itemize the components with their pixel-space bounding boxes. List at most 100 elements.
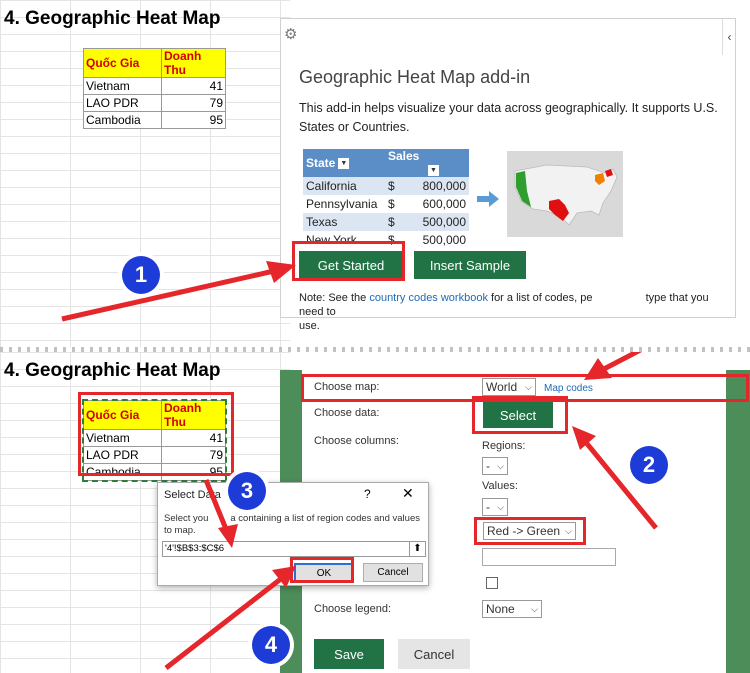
sample-row: California $ 800,000: [303, 177, 469, 195]
help-icon[interactable]: ?: [364, 487, 371, 501]
sample-state: Texas: [303, 213, 385, 231]
country-codes-link[interactable]: country codes workbook: [369, 292, 488, 304]
cell-country[interactable]: LAO PDR: [83, 94, 162, 112]
sample-header-sales: Sales: [388, 149, 420, 163]
range-reference-value: '4'!$B$3:$C$6: [165, 543, 225, 554]
legend-select-value: None: [486, 602, 515, 616]
table-row: LAO PDR 79: [83, 94, 226, 112]
cell-revenue[interactable]: 79: [161, 94, 226, 112]
cell-country[interactable]: Vietnam: [83, 77, 162, 95]
close-icon[interactable]: ✕: [402, 485, 414, 502]
select-data-dialog: Select Data ? ✕ Select you a containing a…: [157, 482, 429, 586]
choose-map-label: Choose map:: [314, 381, 380, 393]
table-row: Vietnam 41: [83, 429, 226, 447]
badge-number: 3: [228, 472, 266, 510]
sample-sales: 500,000: [403, 231, 469, 249]
dialog-message: Select you a containing a list of region …: [164, 513, 426, 537]
regions-label: Regions:: [482, 440, 526, 452]
data-table: Quốc Gia Doanh Thu Vietnam 41 LAO PDR 79…: [83, 48, 226, 129]
cell-country[interactable]: Vietnam: [83, 429, 162, 447]
dialog-cancel-button[interactable]: Cancel: [363, 563, 423, 582]
note-text: Note: See the: [299, 292, 370, 304]
header-country[interactable]: Quốc Gia: [83, 48, 162, 78]
insert-sample-button[interactable]: Insert Sample: [414, 251, 526, 279]
regions-select[interactable]: - ⌵: [482, 457, 508, 475]
note-text: use.: [299, 320, 320, 332]
chevron-down-icon: ⌵: [497, 502, 504, 512]
bottom-screenshot: 4. Geographic Heat Map Quốc Gia Doanh Th…: [0, 352, 750, 673]
header-revenue[interactable]: Doanh Thu: [161, 48, 226, 78]
map-codes-link[interactable]: Map codes: [544, 383, 593, 394]
color-scheme-select[interactable]: Red -> Green ⌵: [483, 522, 576, 540]
choose-legend-label: Choose legend:: [314, 603, 392, 615]
range-reference-input[interactable]: '4'!$B$3:$C$6 ⬆: [162, 541, 426, 557]
table-row: Cambodia 95: [83, 111, 226, 129]
cell-revenue[interactable]: 95: [161, 111, 226, 129]
sample-state: New York: [303, 231, 385, 249]
addin-start-panel: ⚙ ‹ Geographic Heat Map add-in This add-…: [280, 18, 736, 332]
sample-sales: 600,000: [403, 195, 469, 213]
sample-row: New York $ 500,000: [303, 231, 469, 249]
sample-currency: $: [385, 195, 404, 213]
map-select-value: World: [486, 380, 518, 394]
cell-revenue[interactable]: 79: [161, 446, 226, 464]
data-table: Quốc Gia Doanh Thu Vietnam 41 LAO PDR 79…: [82, 399, 227, 482]
dialog-message-text: Select you: [164, 513, 209, 524]
header-revenue[interactable]: Doanh Thu: [161, 400, 226, 430]
sheet-title: 4. Geographic Heat Map: [4, 360, 221, 381]
sample-row: Pennsylvania $ 600,000: [303, 195, 469, 213]
choose-data-label: Choose data:: [314, 407, 380, 419]
red-arrow-icon: [600, 352, 642, 373]
filter-dropdown-icon: ▼: [428, 165, 439, 177]
sample-currency: $: [385, 213, 404, 231]
map-select[interactable]: World ⌵: [482, 378, 536, 396]
cell-revenue[interactable]: 41: [161, 429, 226, 447]
get-started-button[interactable]: Get Started: [299, 251, 403, 279]
chevron-down-icon: ⌵: [525, 382, 532, 392]
cell-revenue[interactable]: 95: [161, 463, 226, 481]
sample-sales: 800,000: [403, 177, 469, 195]
chevron-down-icon: ⌵: [565, 526, 572, 536]
right-arrow-icon: [477, 191, 499, 207]
sample-header-state: State: [306, 156, 336, 170]
sample-table: State ▼ Sales▼ California $ 800,000 Penns…: [303, 149, 469, 249]
chevron-down-icon: ⌵: [497, 461, 504, 471]
color-scheme-value: Red -> Green: [487, 524, 561, 538]
cell-country[interactable]: LAO PDR: [83, 446, 162, 464]
sample-state: Pennsylvania: [303, 195, 385, 213]
badge-number: 1: [122, 256, 160, 294]
values-select[interactable]: - ⌵: [482, 498, 508, 516]
choose-columns-label: Choose columns:: [314, 435, 399, 447]
step-badge-2: 2: [626, 442, 672, 488]
select-button[interactable]: Select: [483, 402, 553, 428]
save-button[interactable]: Save: [314, 639, 384, 669]
values-label: Values:: [482, 480, 518, 492]
header-country[interactable]: Quốc Gia: [83, 400, 162, 430]
sample-currency: $: [385, 177, 404, 195]
addin-title: Geographic Heat Map add-in: [299, 67, 531, 87]
cell-country[interactable]: Cambodia: [83, 463, 162, 481]
top-screenshot: 4. Geographic Heat Map Quốc Gia Doanh Th…: [0, 0, 750, 348]
step-badge-1: 1: [118, 252, 164, 298]
cancel-button[interactable]: Cancel: [398, 639, 470, 669]
legend-title-input[interactable]: [482, 548, 616, 566]
ok-button[interactable]: OK: [294, 563, 354, 582]
step-badge-4: 4: [248, 622, 294, 668]
legend-select[interactable]: None ⌵: [482, 600, 542, 618]
cell-country[interactable]: Cambodia: [83, 111, 162, 129]
filter-dropdown-icon: ▼: [338, 158, 350, 170]
note-text: for a list of codes, pe: [487, 292, 593, 304]
table-row: Vietnam 41: [83, 77, 226, 95]
sample-row: Texas $ 500,000: [303, 213, 469, 231]
badge-number: 4: [252, 626, 290, 664]
gear-icon[interactable]: ⚙: [284, 25, 297, 43]
option-checkbox[interactable]: [486, 577, 498, 589]
chevron-left-icon[interactable]: ‹: [722, 19, 736, 55]
cell-revenue[interactable]: 41: [161, 77, 226, 95]
sheet-title: 4. Geographic Heat Map: [4, 8, 221, 29]
collapse-range-icon[interactable]: ⬆: [409, 541, 425, 557]
step-badge-3: 3: [224, 468, 270, 514]
addin-note: Note: See the country codes workbook for…: [299, 291, 729, 333]
sample-sales: 500,000: [403, 213, 469, 231]
table-row: Cambodia 95: [83, 463, 226, 481]
